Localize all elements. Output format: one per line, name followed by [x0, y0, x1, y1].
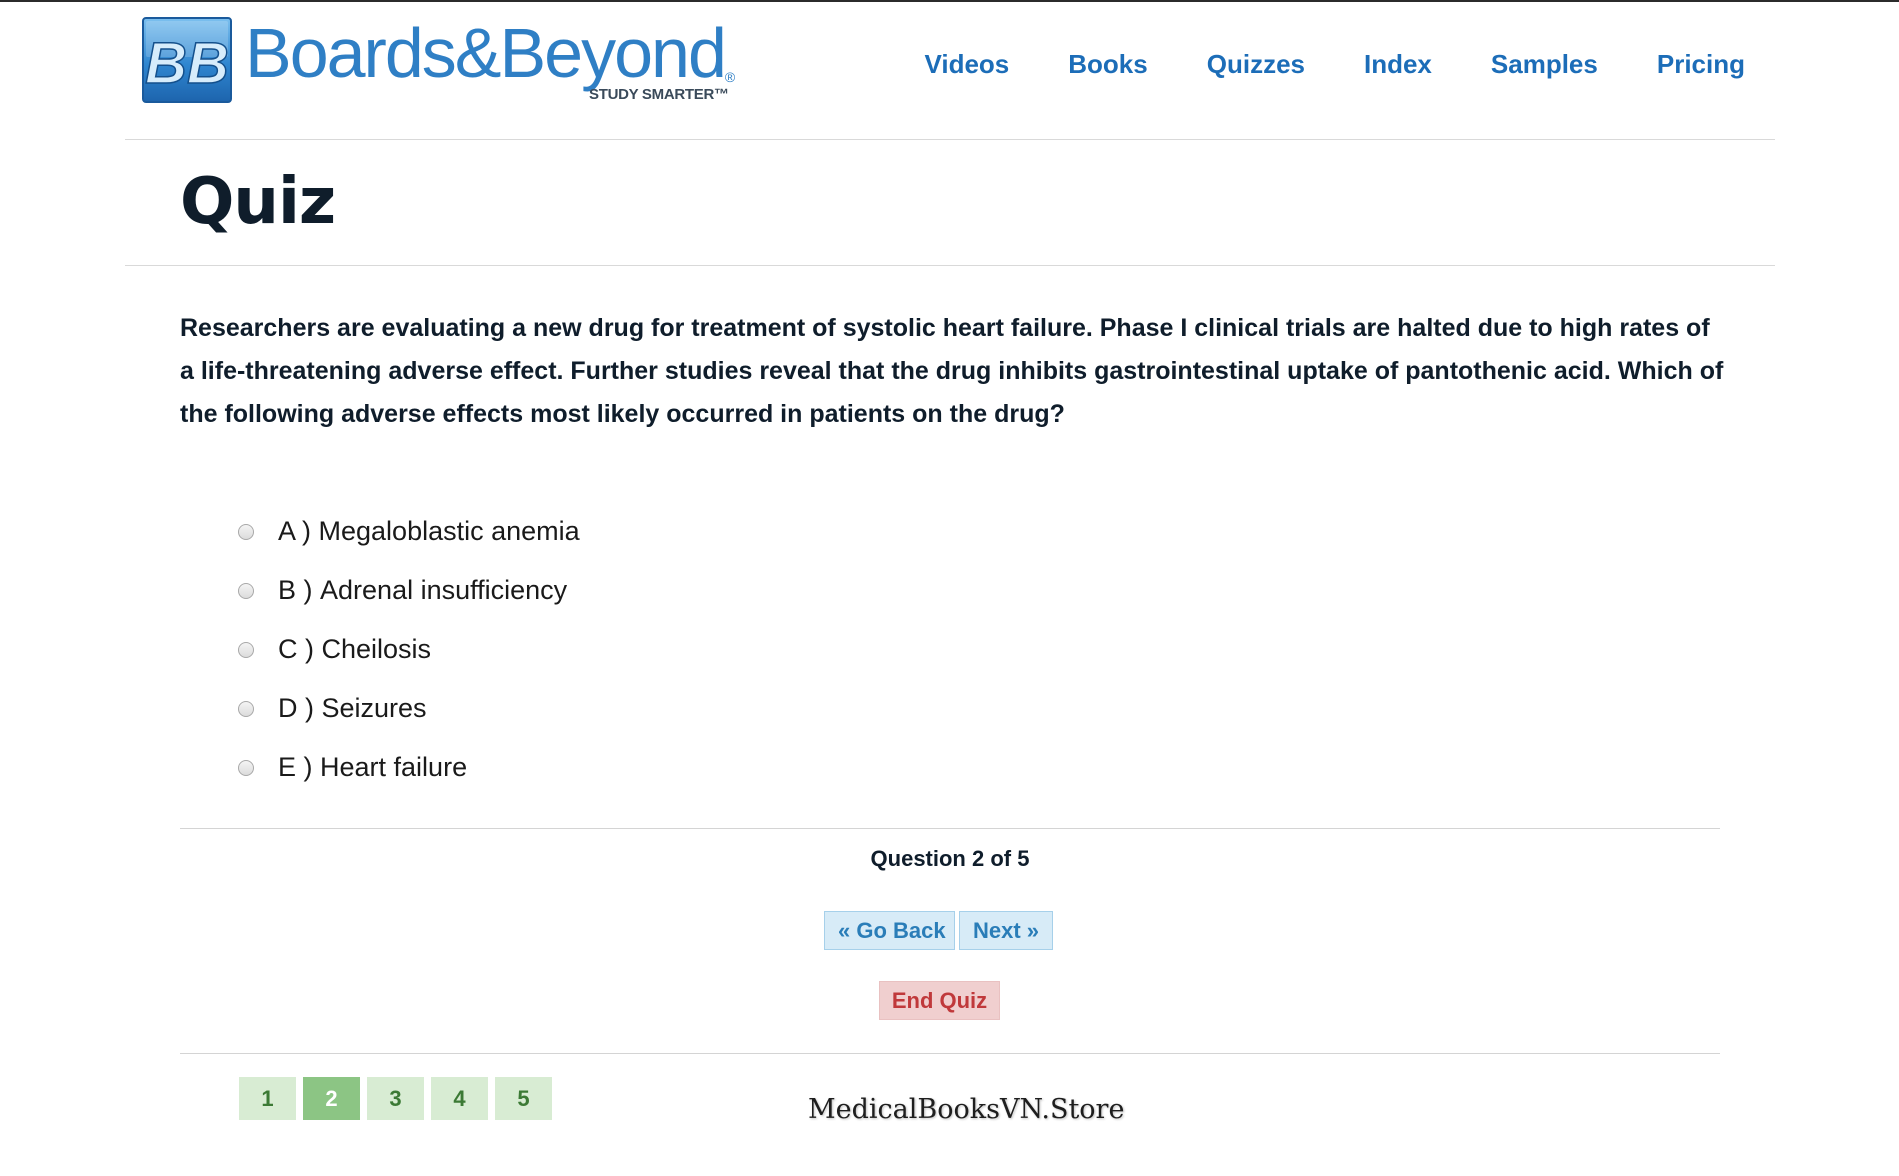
logo-badge-icon: BB	[142, 17, 232, 103]
radio-button[interactable]	[238, 523, 254, 540]
nav-quizzes[interactable]: Quizzes	[1207, 49, 1305, 80]
divider	[180, 1053, 1720, 1054]
watermark: MedicalBooksVN.Store	[808, 1094, 1125, 1125]
question-pager: 1 2 3 4 5	[239, 1077, 552, 1120]
page-button-3[interactable]: 3	[367, 1077, 424, 1120]
page-title: Quiz	[180, 165, 336, 239]
page-button-5[interactable]: 5	[495, 1077, 552, 1120]
choice-c[interactable]: C ) Cheilosis	[238, 620, 580, 679]
quiz-nav-buttons: « Go Back Next »	[824, 911, 1053, 950]
title-band: Quiz	[125, 139, 1775, 266]
nav-samples[interactable]: Samples	[1491, 49, 1598, 80]
divider	[180, 828, 1720, 829]
radio-button[interactable]	[238, 700, 254, 717]
choice-e[interactable]: E ) Heart failure	[238, 738, 580, 797]
page-button-4[interactable]: 4	[431, 1077, 488, 1120]
choice-label: Megaloblastic anemia	[318, 516, 580, 546]
site-header: BB Boards&Beyond® STUDY SMARTER™ Videos …	[125, 2, 1775, 140]
logo-tagline: STUDY SMARTER™	[589, 86, 729, 103]
choice-label: Adrenal insufficiency	[320, 575, 568, 605]
answer-choices: A ) Megaloblastic anemia B ) Adrenal ins…	[238, 502, 580, 797]
go-back-button[interactable]: « Go Back	[824, 911, 955, 950]
question-progress: Question 2 of 5	[870, 846, 1030, 871]
choice-label: Cheilosis	[321, 634, 432, 664]
choice-a[interactable]: A ) Megaloblastic anemia	[238, 502, 580, 561]
nav-videos[interactable]: Videos	[924, 49, 1009, 80]
site-logo[interactable]: BB Boards&Beyond® STUDY SMARTER™	[142, 14, 735, 107]
logo-monogram: BB	[145, 31, 229, 96]
main-nav: Videos Books Quizzes Index Samples Prici…	[865, 49, 1745, 80]
choice-label: Heart failure	[320, 752, 468, 782]
choice-letter: E )	[278, 752, 321, 782]
page-button-1[interactable]: 1	[239, 1077, 296, 1120]
choice-label: Seizures	[321, 693, 427, 723]
end-quiz-button[interactable]: End Quiz	[879, 981, 1000, 1020]
choice-d[interactable]: D ) Seizures	[238, 679, 580, 738]
nav-books[interactable]: Books	[1068, 49, 1147, 80]
choice-letter: D )	[278, 693, 322, 723]
nav-index[interactable]: Index	[1364, 49, 1432, 80]
next-button[interactable]: Next »	[959, 911, 1053, 950]
radio-button[interactable]	[238, 582, 254, 599]
page-button-2[interactable]: 2	[303, 1077, 360, 1120]
question-text: Researchers are evaluating a new drug fo…	[180, 314, 1724, 428]
logo-wordmark: Boards&Beyond®	[245, 14, 735, 92]
choice-b[interactable]: B ) Adrenal insufficiency	[238, 561, 580, 620]
nav-pricing[interactable]: Pricing	[1657, 49, 1745, 80]
radio-button[interactable]	[238, 759, 254, 776]
choice-letter: C )	[278, 634, 322, 664]
choice-letter: A )	[278, 516, 319, 546]
radio-button[interactable]	[238, 641, 254, 658]
choice-letter: B )	[278, 575, 321, 605]
